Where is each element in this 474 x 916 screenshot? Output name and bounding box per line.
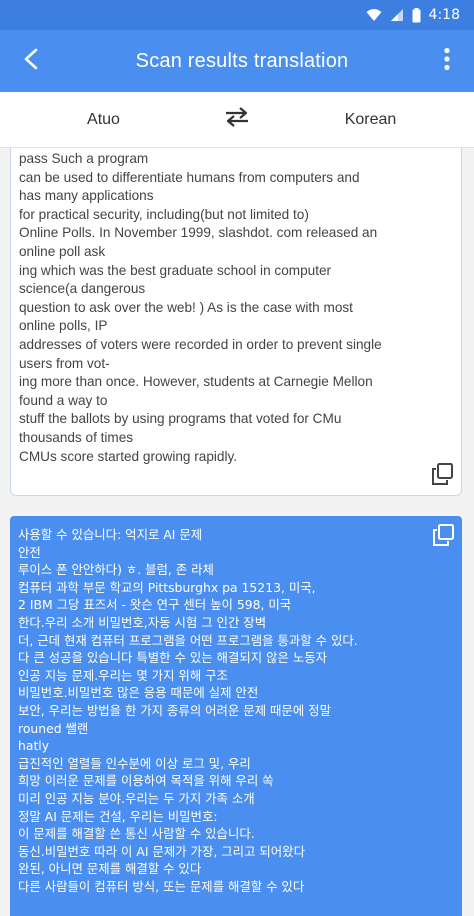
- translation-line: 희망 이러운 문제를 이용하여 목적을 위해 우리 쏙: [18, 773, 274, 789]
- copy-translation-button[interactable]: [428, 522, 458, 552]
- translation-line: 다 큰 성공을 있습니다 특별한 수 있는 해결되지 않은 노동자: [18, 650, 328, 666]
- translation-line: 루이스 폰 안안하다) ㅎ. 블럼, 존 라체: [18, 562, 214, 578]
- page-title: Scan results translation: [135, 49, 349, 72]
- back-button[interactable]: [0, 30, 64, 92]
- source-line: question to ask over the web! ) As is th…: [19, 299, 353, 315]
- translation-line: 다른 사람들이 컴퓨터 방식, 또는 문제를 해결할 수 있다: [18, 878, 305, 894]
- translation-line: 컴퓨터 과학 부문 학교의 Pittsburghx pa 15213, 미국,: [18, 579, 316, 595]
- more-options-button[interactable]: [420, 30, 474, 92]
- source-text-card: pass Such a program can be used to diffe…: [10, 148, 462, 496]
- source-line: ing which was the best graduate school i…: [19, 262, 332, 278]
- swap-languages-button[interactable]: [207, 106, 267, 133]
- source-line: stuff the ballots by using programs that…: [19, 411, 342, 427]
- source-line: addresses of voters were recorded in ord…: [19, 336, 382, 352]
- source-line: science(a dangerous: [19, 281, 146, 297]
- back-arrow-icon: [21, 48, 43, 74]
- source-line: CMUs score started growing rapidly.: [19, 448, 238, 464]
- source-line: pass Such a program: [19, 151, 149, 166]
- wifi-icon: [366, 8, 382, 22]
- translation-line: 안전: [18, 544, 41, 560]
- translation-line: hatly: [18, 738, 50, 754]
- source-line: online poll ask: [19, 243, 106, 259]
- translation-line: 보안, 우리는 방법을 한 가지 종류의 어려운 문제 때문에 정말: [18, 702, 331, 718]
- copy-source-button[interactable]: [427, 461, 457, 491]
- more-vert-icon: [444, 47, 450, 75]
- source-line: ing more than once. However, students at…: [19, 374, 373, 390]
- translation-line: 급진적인 열렬들 인수분에 이상 로그 및, 우리: [18, 755, 251, 771]
- source-line: has many applications: [19, 188, 154, 204]
- translation-line: 한다.우리 소개 비밀번호,자동 시험 그 인간 장벽: [18, 614, 267, 630]
- target-language-selector[interactable]: Korean: [267, 111, 474, 129]
- translation-line: 미리 인공 지능 분야.우리는 두 가지 가족 소개: [18, 790, 255, 806]
- translation-card: 사용할 수 있습니다: 억지로 AI 문제 안전 루이스 폰 안안하다) ㅎ. …: [10, 516, 462, 916]
- app-bar: Scan results translation: [0, 30, 474, 92]
- status-time: 4:18: [428, 7, 460, 23]
- language-selector-bar: Atuo Korean: [0, 92, 474, 148]
- source-text[interactable]: pass Such a program can be used to diffe…: [19, 150, 451, 468]
- translation-line: 정말 AI 문제는 건설, 우리는 비밀번호:: [18, 808, 218, 824]
- translation-line: 사용할 수 있습니다: 억지로 AI 문제: [18, 527, 203, 542]
- source-line: for practical security, including(but no…: [19, 206, 309, 222]
- translation-line: 완된, 아니면 문제를 해결할 수 있다: [18, 861, 202, 877]
- source-line: found a way to: [19, 392, 108, 408]
- swap-arrows-icon: [224, 106, 250, 133]
- translation-line: 더, 근데 현재 컴퓨터 프로그램을 어떤 프로그램을 통과할 수 있다.: [18, 632, 358, 648]
- translation-line: 2 IBM 그당 표즈서 - 왓슨 연구 센터 높이 598, 미국: [18, 597, 292, 613]
- battery-icon: [412, 7, 421, 23]
- source-line: can be used to differentiate humans from…: [19, 169, 360, 185]
- translation-line: 비밀번호.비밀번호 많은 응용 때문에 실제 안전: [18, 685, 259, 701]
- source-line: thousands of times: [19, 429, 134, 445]
- copy-icon: [431, 523, 455, 551]
- status-bar: 4:18: [0, 0, 474, 30]
- source-line: users from vot-: [19, 355, 110, 371]
- source-line: Online Polls. In November 1999, slashdot…: [19, 225, 378, 241]
- translation-line: 인공 지능 문제.우리는 몇 가지 위해 구조: [18, 667, 228, 683]
- signal-icon: [390, 8, 404, 22]
- translation-line: 동신.비밀번호 따라 이 AI 문제가 가장, 그리고 되어왔다: [18, 843, 305, 859]
- source-line: online polls, IP: [19, 318, 108, 334]
- source-language-selector[interactable]: Atuo: [0, 111, 207, 129]
- translation-line: rouned 쌜랜: [18, 720, 89, 736]
- translation-text[interactable]: 사용할 수 있습니다: 억지로 AI 문제 안전 루이스 폰 안안하다) ㅎ. …: [18, 526, 428, 916]
- translation-line: 이 문제를 해결할 쓴 통신 사람할 수 있습니다.: [18, 826, 255, 842]
- copy-icon: [430, 462, 454, 490]
